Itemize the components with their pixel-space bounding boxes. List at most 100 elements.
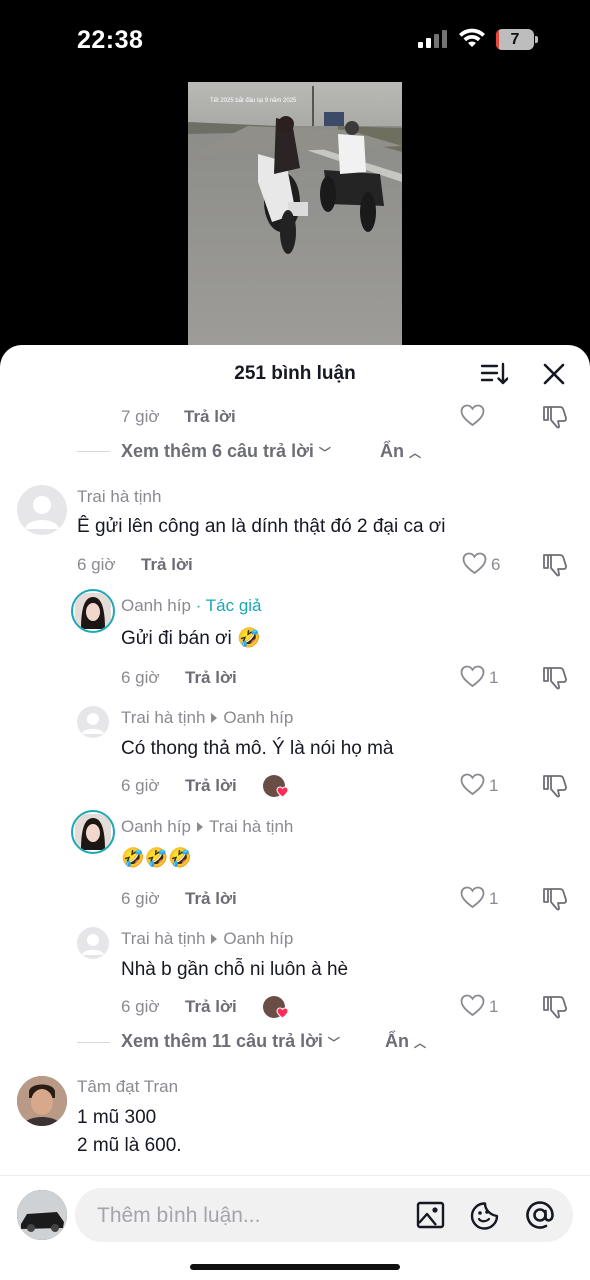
username-label: Oanh híp	[121, 596, 191, 615]
dislike-icon[interactable]	[542, 404, 568, 429]
battery-level: 7	[510, 31, 520, 48]
default-avatar-icon	[25, 496, 59, 529]
reply-to-username[interactable]: Oanh híp	[223, 929, 293, 948]
comment-input-bar: Thêm bình luận...	[0, 1175, 590, 1280]
like-count: 6	[491, 555, 501, 574]
hide-replies-button[interactable]: Ẩn ︿	[380, 441, 421, 462]
comment-input[interactable]: Thêm bình luận...	[75, 1188, 573, 1242]
home-indicator	[190, 1264, 400, 1270]
username-label: Trai hà tịnh	[121, 708, 206, 727]
avatar[interactable]	[71, 589, 115, 633]
like-count: 1	[489, 668, 499, 687]
comment-text: Gửi đi bán ơi 🤣	[121, 628, 261, 649]
wifi-icon	[459, 28, 485, 47]
divider	[77, 1042, 110, 1043]
like-heart-icon[interactable]	[460, 665, 485, 688]
like-count: 1	[489, 776, 499, 795]
comment-time: 7 giờ	[121, 407, 160, 426]
username-label: Oanh híp	[121, 817, 191, 836]
comment-text: Ê gửi lên công an là dính thật đó 2 đại …	[77, 516, 446, 537]
view-more-replies-button[interactable]: Xem thêm 6 câu trả lời ﹀	[121, 441, 331, 462]
reply-to-username[interactable]: Oanh híp	[223, 708, 293, 727]
comment-time: 6 giờ	[77, 555, 116, 574]
dislike-icon[interactable]	[542, 665, 568, 690]
like-heart-icon[interactable]	[460, 404, 485, 427]
like-count: 1	[489, 889, 499, 908]
comment-username[interactable]: Tâm đạt Tran	[77, 1077, 178, 1097]
close-icon[interactable]	[541, 361, 567, 387]
reply-button[interactable]: Trả lời	[184, 407, 236, 427]
reply-button[interactable]: Trả lời	[185, 997, 237, 1017]
dislike-icon[interactable]	[542, 552, 568, 577]
comments-header: 251 bình luận	[0, 345, 590, 401]
like-heart-icon[interactable]	[460, 773, 485, 796]
comment-time: 6 giờ	[121, 997, 160, 1016]
chevron-up-icon: ︿	[409, 446, 422, 460]
comment-text-line: 2 mũ là 600.	[77, 1135, 182, 1156]
comment-text: 🤣🤣🤣	[121, 848, 192, 869]
emoji-sticker-icon[interactable]	[470, 1201, 500, 1230]
comment-input-placeholder: Thêm bình luận...	[97, 1204, 261, 1227]
like-heart-icon[interactable]	[460, 994, 485, 1017]
like-count: 1	[489, 997, 499, 1016]
creator-liked-heart-icon	[276, 786, 289, 798]
battery-icon: 7	[496, 29, 538, 50]
status-bar: 22:38 7	[0, 0, 590, 80]
reply-button[interactable]: Trả lời	[185, 668, 237, 688]
my-avatar[interactable]	[17, 1190, 67, 1240]
cellular-signal-icon	[418, 30, 448, 48]
dislike-icon[interactable]	[542, 773, 568, 798]
comment-username[interactable]: Trai hà tịnh	[77, 487, 161, 507]
default-avatar-icon	[82, 713, 104, 734]
avatar[interactable]	[17, 1076, 67, 1126]
reply-button[interactable]: Trả lời	[185, 889, 237, 909]
dislike-icon[interactable]	[542, 886, 568, 911]
mention-at-icon[interactable]	[525, 1200, 555, 1230]
default-avatar-icon	[82, 934, 104, 955]
video-caption: Tết 2025 bắt đầu lại 9 năm 2025	[210, 97, 297, 104]
avatar[interactable]	[77, 927, 109, 959]
chevron-down-icon: ﹀	[327, 1036, 340, 1050]
chevron-down-icon: ﹀	[318, 446, 331, 460]
user-photo-avatar	[75, 814, 111, 850]
hide-replies-button[interactable]: Ẩn ︿	[385, 1031, 426, 1052]
comment-text-line: 1 mũ 300	[77, 1107, 157, 1128]
image-icon[interactable]	[416, 1201, 445, 1229]
like-heart-icon[interactable]	[462, 552, 487, 575]
comment-time: 6 giờ	[121, 668, 160, 687]
user-photo-avatar	[75, 593, 111, 629]
sort-icon[interactable]	[480, 361, 508, 387]
avatar[interactable]	[77, 706, 109, 738]
username-label: Trai hà tịnh	[121, 929, 206, 948]
view-more-replies-button[interactable]: Xem thêm 11 câu trả lời ﹀	[121, 1031, 340, 1052]
user-photo-avatar	[17, 1190, 67, 1240]
view-more-replies-label: Xem thêm 11 câu trả lời	[121, 1031, 323, 1051]
author-badge: · Tác giả	[195, 596, 262, 615]
view-more-replies-label: Xem thêm 6 câu trả lời	[121, 441, 314, 461]
avatar[interactable]	[71, 810, 115, 854]
comment-time: 6 giờ	[121, 889, 160, 908]
comment-text: Có thong thả mô. Ý là nói họ mà	[121, 738, 394, 759]
comment-username[interactable]: Oanh híp · Tác giả	[121, 596, 262, 616]
video-thumbnail[interactable]: Tết 2025 bắt đầu lại 9 năm 2025	[188, 82, 402, 346]
user-photo-avatar	[17, 1076, 67, 1126]
comment-username[interactable]: Trai hà tịnh Oanh híp	[121, 708, 293, 728]
creator-liked-heart-icon	[276, 1007, 289, 1019]
divider	[77, 451, 110, 452]
reply-button[interactable]: Trả lời	[185, 776, 237, 796]
comment-text: Nhà b gần chỗ ni luôn à hè	[121, 959, 349, 980]
reply-arrow-icon	[211, 934, 218, 945]
avatar[interactable]	[17, 485, 67, 535]
reply-to-username[interactable]: Trai hà tịnh	[209, 817, 293, 836]
hide-replies-label: Ẩn	[380, 441, 404, 461]
comment-username[interactable]: Trai hà tịnh Oanh híp	[121, 929, 293, 949]
comment-username[interactable]: Oanh híp Trai hà tịnh	[121, 817, 293, 837]
comment-time: 6 giờ	[121, 776, 160, 795]
reply-button[interactable]: Trả lời	[141, 555, 193, 575]
dislike-icon[interactable]	[542, 994, 568, 1019]
chevron-up-icon: ︿	[414, 1036, 427, 1050]
hide-replies-label: Ẩn	[385, 1031, 409, 1051]
comments-sheet: 251 bình luận 7 giờ Trả lời Xem thêm 6 c…	[0, 345, 590, 1280]
reply-arrow-icon	[211, 713, 218, 724]
like-heart-icon[interactable]	[460, 886, 485, 909]
